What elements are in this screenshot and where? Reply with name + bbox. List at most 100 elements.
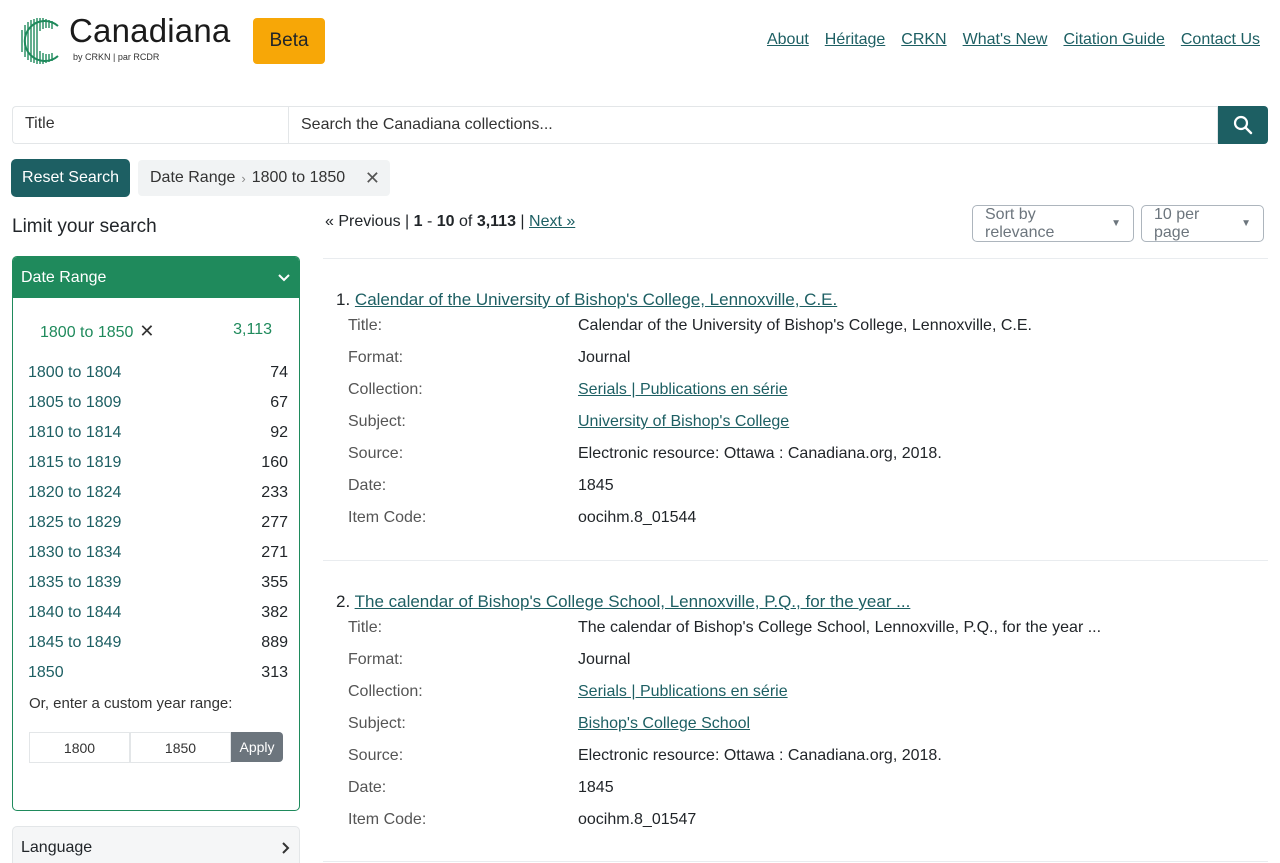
date-range-option-label[interactable]: 1800 to 1804: [28, 364, 121, 382]
pagination: « Previous | 1 - 10 of 3,113 | Next »: [325, 213, 576, 230]
custom-year-from-input[interactable]: 1800: [29, 732, 130, 763]
result-item: 2. The calendar of Bishop's College Scho…: [336, 592, 1266, 836]
date-range-option-label[interactable]: 1815 to 1819: [28, 454, 121, 472]
nav-contact-us-link[interactable]: Contact Us: [1181, 31, 1260, 49]
nav-crkn-link[interactable]: CRKN: [901, 31, 946, 49]
result-field-value: oocihm.8_01547: [578, 811, 697, 828]
date-range-facet: Date Range 1800 to 1850 ✕ 3,113 1800 to 1…: [12, 256, 300, 811]
result-field-key: Item Code:: [348, 509, 427, 526]
result-field-value: Journal: [578, 349, 631, 366]
selected-range-label: 1800 to 1850: [40, 324, 134, 341]
nav-citation-guide-link[interactable]: Citation Guide: [1063, 31, 1164, 49]
result-field-value: Electronic resource: Ottawa : Canadiana.…: [578, 445, 942, 462]
date-range-option[interactable]: 1830 to 1834 271: [28, 538, 288, 568]
date-range-option-count: 67: [270, 394, 288, 411]
result-field-value: 1845: [578, 477, 614, 494]
search-button[interactable]: [1218, 106, 1268, 144]
canadiana-logo[interactable]: Canadiana by CRKN | par RCDR: [18, 12, 243, 68]
date-range-option-count: 382: [261, 604, 288, 621]
custom-range-form: 1800 1850 Apply: [29, 732, 284, 763]
result-field-value: Serials | Publications en série: [578, 381, 788, 399]
result-field-row: Subject: Bishop's College School: [336, 708, 1266, 740]
chevron-right-icon: [282, 842, 290, 854]
result-field-key: Date:: [348, 477, 387, 494]
date-range-option-count: 277: [261, 514, 288, 531]
result-fields: Title: Calendar of the University of Bish…: [336, 310, 1266, 534]
result-number: 2.: [336, 592, 351, 611]
date-range-option-label[interactable]: 1850: [28, 664, 64, 682]
date-range-option-label[interactable]: 1805 to 1809: [28, 394, 121, 412]
date-range-option-label[interactable]: 1840 to 1844: [28, 604, 121, 622]
caret-down-icon: ▼: [1241, 218, 1251, 229]
result-field-key: Collection:: [348, 683, 423, 700]
nav-heritage-link[interactable]: Héritage: [825, 31, 885, 49]
date-range-facet-header[interactable]: Date Range: [13, 257, 299, 298]
chip-filter-name: Date Range: [150, 169, 236, 186]
date-range-option[interactable]: 1810 to 1814 92: [28, 418, 288, 448]
remove-range-close-icon[interactable]: ✕: [139, 321, 154, 341]
result-field-key: Subject:: [348, 715, 406, 732]
language-facet-header[interactable]: Language: [12, 826, 300, 863]
reset-search-button[interactable]: Reset Search: [11, 159, 130, 197]
logo-wordmark: Canadiana: [69, 12, 231, 49]
date-range-option[interactable]: 1850 313: [28, 658, 288, 688]
date-range-option[interactable]: 1820 to 1824 233: [28, 478, 288, 508]
active-filter-chip: Date Range › 1800 to 1850 ✕: [138, 160, 390, 196]
result-field-key: Format:: [348, 349, 404, 366]
result-field-key: Title:: [348, 317, 383, 334]
sort-dropdown[interactable]: Sort by relevance ▼: [972, 205, 1134, 242]
language-facet-label: Language: [21, 839, 93, 856]
date-range-option[interactable]: 1835 to 1839 355: [28, 568, 288, 598]
date-range-option-count: 313: [261, 664, 288, 681]
sort-dropdown-label: Sort by relevance: [985, 205, 1055, 241]
date-range-option-count: 271: [261, 544, 288, 561]
result-field-link[interactable]: Serials | Publications en série: [578, 381, 788, 398]
date-range-option[interactable]: 1825 to 1829 277: [28, 508, 288, 538]
date-range-option-count: 92: [270, 424, 288, 441]
result-field-key: Collection:: [348, 381, 423, 398]
result-field-key: Format:: [348, 651, 404, 668]
result-field-row: Format: Journal: [336, 342, 1266, 374]
search-input[interactable]: [288, 106, 1218, 144]
nav-whats-new-link[interactable]: What's New: [963, 31, 1048, 49]
result-field-value: Bishop's College School: [578, 715, 750, 733]
date-range-option-label[interactable]: 1830 to 1834: [28, 544, 121, 562]
range-start: 1: [413, 213, 423, 230]
result-field-row: Title: Calendar of the University of Bish…: [336, 310, 1266, 342]
custom-range-label: Or, enter a custom year range:: [29, 695, 233, 712]
result-field-value: Journal: [578, 651, 631, 668]
result-field-link[interactable]: University of Bishop's College: [578, 413, 789, 430]
result-fields: Title: The calendar of Bishop's College S…: [336, 612, 1266, 836]
date-range-option[interactable]: 1800 to 1804 74: [28, 358, 288, 388]
search-field-select[interactable]: Title: [12, 106, 288, 144]
result-field-row: Date: 1845: [336, 772, 1266, 804]
date-range-option[interactable]: 1845 to 1849 889: [28, 628, 288, 658]
result-item: 1. Calendar of the University of Bishop'…: [336, 290, 1266, 534]
date-range-option[interactable]: 1840 to 1844 382: [28, 598, 288, 628]
result-field-link[interactable]: Bishop's College School: [578, 715, 750, 732]
selected-date-range[interactable]: 1800 to 1850 ✕: [40, 321, 155, 342]
divider: [323, 258, 1268, 259]
result-title-link[interactable]: The calendar of Bishop's College School,…: [355, 592, 911, 611]
date-range-option-label[interactable]: 1845 to 1849: [28, 634, 121, 652]
range-end: 10: [436, 213, 455, 230]
apply-range-button[interactable]: Apply: [231, 732, 283, 762]
date-range-option-label[interactable]: 1835 to 1839: [28, 574, 121, 592]
date-range-option-label[interactable]: 1810 to 1814: [28, 424, 121, 442]
next-page-link[interactable]: Next »: [529, 213, 575, 230]
chevron-right-icon: ›: [241, 170, 246, 186]
per-page-dropdown[interactable]: 10 per page ▼: [1141, 205, 1264, 242]
result-field-link[interactable]: Serials | Publications en série: [578, 683, 788, 700]
nav-about-link[interactable]: About: [767, 31, 809, 49]
custom-year-to-input[interactable]: 1850: [130, 732, 231, 763]
date-range-option-label[interactable]: 1825 to 1829: [28, 514, 121, 532]
top-navigation: About Héritage CRKN What's New Citation …: [767, 31, 1260, 49]
result-field-row: Source: Electronic resource: Ottawa : Can…: [336, 438, 1266, 470]
date-range-option-label[interactable]: 1820 to 1824: [28, 484, 121, 502]
result-title-link[interactable]: Calendar of the University of Bishop's C…: [355, 290, 837, 309]
remove-filter-close-icon[interactable]: ✕: [365, 168, 380, 189]
date-range-option[interactable]: 1815 to 1819 160: [28, 448, 288, 478]
date-range-option[interactable]: 1805 to 1809 67: [28, 388, 288, 418]
result-field-value: 1845: [578, 779, 614, 796]
search-bar: Title: [12, 106, 1268, 144]
